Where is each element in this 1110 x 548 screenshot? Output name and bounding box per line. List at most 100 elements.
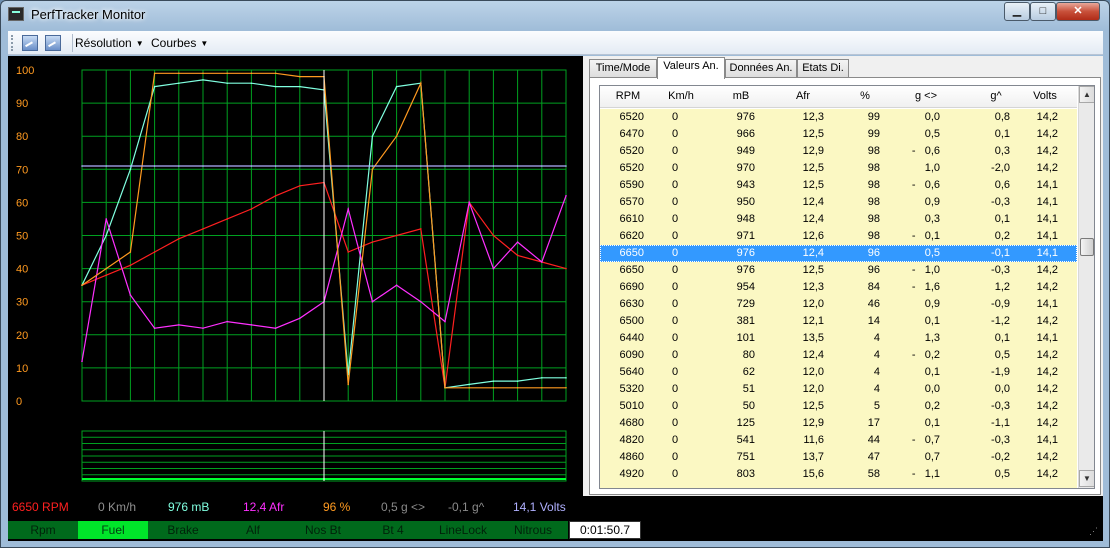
table-cell: - 0,6 xyxy=(911,179,940,191)
app-icon xyxy=(8,7,24,21)
scroll-up-icon[interactable]: ▲ xyxy=(1079,86,1094,103)
tab-etats-di[interactable]: Etats Di. xyxy=(797,59,849,78)
table-cell: 1,2 xyxy=(994,281,1010,293)
data-point xyxy=(395,165,398,167)
table-cell: 949 xyxy=(736,145,755,157)
scroll-down-icon[interactable]: ▼ xyxy=(1079,470,1094,487)
table-cell: 14,2 xyxy=(1036,366,1058,378)
readout-afr: 12,4 Afr xyxy=(243,500,285,514)
table-row[interactable]: 6500 0 381 12,1 14 0,1 -1,2 14,2 xyxy=(600,313,1077,330)
y-tick-label: 10 xyxy=(16,363,28,375)
resize-grip-icon[interactable]: ⋰ xyxy=(1089,527,1099,539)
data-point xyxy=(226,165,228,167)
table-cell: 5010 xyxy=(619,400,644,412)
data-point xyxy=(153,251,156,253)
column-header[interactable]: g <> xyxy=(900,90,952,102)
table-cell: 0 xyxy=(671,451,679,463)
data-point xyxy=(129,251,132,253)
table-row[interactable]: 6590 0 943 12,5 98 - 0,6 0,6 14,1 xyxy=(600,177,1077,194)
tab-valeurs-an[interactable]: Valeurs An. xyxy=(657,57,725,79)
readout-g_lat: 0,5 g <> xyxy=(381,500,426,514)
title-bar[interactable]: PerfTracker Monitor ▁ □ ✕ xyxy=(1,1,1109,29)
table-cell: 0,5 xyxy=(994,349,1010,361)
table-row[interactable]: 4860 0 751 13,7 47 0,7 -0,2 14,2 xyxy=(600,449,1077,466)
table-row[interactable]: 6470 0 966 12,5 99 0,5 0,1 14,2 xyxy=(600,126,1077,143)
table-row[interactable]: 4820 0 541 11,6 44 - 0,7 -0,3 14,1 xyxy=(600,432,1077,449)
data-point xyxy=(129,165,132,167)
table-row[interactable]: 6570 0 950 12,4 98 0,9 -0,3 14,1 xyxy=(600,194,1077,211)
data-point xyxy=(299,165,301,167)
table-cell: 0 xyxy=(671,417,679,429)
column-header[interactable]: RPM xyxy=(600,90,656,102)
table-cell: 14,1 xyxy=(1036,332,1058,344)
table-cell: 0 xyxy=(671,128,679,140)
table-row[interactable]: 4680 0 125 12,9 17 0,1 -1,1 14,2 xyxy=(600,415,1077,432)
table-cell: 51 xyxy=(742,383,755,395)
table-cell: 6440 xyxy=(619,332,644,344)
curves-menu[interactable]: Courbes ▼ xyxy=(151,36,208,50)
table-row[interactable]: 6610 0 948 12,4 98 0,3 0,1 14,1 xyxy=(600,211,1077,228)
table-cell: 0,0 xyxy=(924,111,940,123)
table-cell: 943 xyxy=(736,179,755,191)
data-point xyxy=(565,194,567,197)
data-point xyxy=(178,165,180,167)
table-cell: 47 xyxy=(867,451,880,463)
column-header[interactable]: Volts xyxy=(1020,90,1070,102)
data-point xyxy=(274,194,277,197)
table-cell: 4 xyxy=(873,332,880,344)
table-row[interactable]: 6520 0 976 12,3 99 0,0 0,8 14,2 xyxy=(600,109,1077,126)
scroll-thumb[interactable] xyxy=(1080,238,1094,256)
column-header[interactable]: mB xyxy=(715,90,767,102)
tab-time-mode[interactable]: Time/Mode xyxy=(589,59,657,78)
table-cell: 12,5 xyxy=(802,179,824,191)
table-row[interactable]: 6650 0 976 12,5 96 - 1,0 -0,3 14,2 xyxy=(600,262,1077,279)
table-cell: 14,2 xyxy=(1036,315,1058,327)
table-cell: 80 xyxy=(742,349,755,361)
data-point xyxy=(178,324,180,326)
toolbar-grip-icon[interactable] xyxy=(11,35,14,51)
chart-image-icon[interactable] xyxy=(45,35,61,51)
maximize-button[interactable]: □ xyxy=(1030,2,1056,21)
table-row[interactable]: 6620 0 971 12,6 98 - 0,1 0,2 14,1 xyxy=(600,228,1077,245)
table-cell: 46 xyxy=(867,298,880,310)
table-cell: 0,5 xyxy=(924,247,940,259)
tab-donn-es-an[interactable]: Données An. xyxy=(725,59,797,78)
table-row[interactable]: 4920 0 803 15,6 58 - 1,1 0,5 14,2 xyxy=(600,466,1077,483)
table-row[interactable]: 6520 0 970 12,5 98 1,0 -2,0 14,2 xyxy=(600,160,1077,177)
table-row[interactable]: 5320 0 51 12,0 4 0,0 0,0 14,2 xyxy=(600,381,1077,398)
table-cell: 0,1 xyxy=(994,332,1010,344)
values-table: RPM Km/h mB Afr% g <> g^ Volts 6520 0 976 12,3 99 0… xyxy=(599,85,1095,489)
values-panel: Time/Mode Valeurs An. Données An. Etats Di.… xyxy=(583,56,1103,496)
column-header[interactable]: Km/h xyxy=(658,90,704,102)
table-cell: -0,9 xyxy=(991,298,1010,310)
table-cell: 6630 xyxy=(619,298,644,310)
column-header[interactable]: Afr xyxy=(770,90,836,102)
table-row[interactable]: 6090 0 80 12,4 4 - 0,2 0,5 14,2 xyxy=(600,347,1077,364)
table-cell: 12,4 xyxy=(802,247,824,259)
column-header[interactable]: % xyxy=(838,90,892,102)
table-row[interactable]: 6650 0 976 12,4 96 0,5 -0,1 14,1 xyxy=(600,245,1077,262)
table-row[interactable]: 5640 0 62 12,0 4 0,1 -1,9 14,2 xyxy=(600,364,1077,381)
chart-image-icon[interactable] xyxy=(22,35,38,51)
table-row[interactable]: 6690 0 954 12,3 84 - 1,6 1,2 14,2 xyxy=(600,279,1077,296)
close-button[interactable]: ✕ xyxy=(1056,2,1100,21)
table-row[interactable]: 6630 0 729 12,0 46 0,9 -0,9 14,1 xyxy=(600,296,1077,313)
table-row[interactable]: 6520 0 949 12,9 98 - 0,6 0,3 14,2 xyxy=(600,143,1077,160)
table-cell: 99 xyxy=(867,111,880,123)
data-point xyxy=(371,241,374,243)
resolution-menu[interactable]: Résolution ▼ xyxy=(75,36,144,50)
table-cell: 381 xyxy=(736,315,755,327)
data-point xyxy=(444,165,446,167)
table-cell: 0,8 xyxy=(994,111,1010,123)
minimize-button[interactable]: ▁ xyxy=(1004,2,1030,21)
column-header[interactable]: g^ xyxy=(970,90,1022,102)
table-row[interactable]: 6440 0 101 13,5 4 1,3 0,1 14,1 xyxy=(600,330,1077,347)
table-row[interactable]: 5010 0 50 12,5 5 0,2 -0,3 14,2 xyxy=(600,398,1077,415)
table-cell: -0,3 xyxy=(991,264,1010,276)
table-cell: 0,9 xyxy=(924,298,940,310)
vertical-scrollbar[interactable]: ▲ ▼ xyxy=(1078,86,1094,488)
data-point xyxy=(371,168,374,171)
data-point xyxy=(105,218,107,220)
data-point xyxy=(395,135,398,137)
telemetry-chart[interactable]: 1009080706050403020100 xyxy=(8,56,583,496)
